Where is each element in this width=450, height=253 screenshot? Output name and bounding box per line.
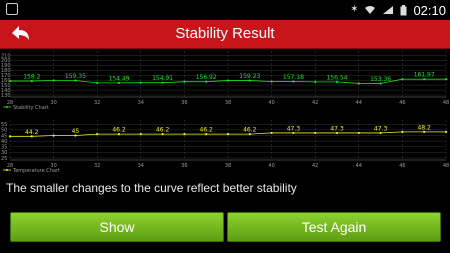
data-label: 157.18 bbox=[283, 74, 304, 81]
x-tick-label: 32 bbox=[94, 100, 100, 106]
y-tick-label: 25 bbox=[1, 156, 7, 162]
data-label: 153.36 bbox=[370, 76, 391, 83]
data-label: 159.35 bbox=[65, 73, 86, 80]
show-button[interactable]: Show bbox=[10, 212, 224, 242]
data-point bbox=[8, 135, 12, 138]
x-tick-label: 40 bbox=[268, 163, 274, 169]
status-icons: ✶ 02:10 bbox=[350, 2, 446, 18]
x-tick-label: 34 bbox=[138, 100, 144, 106]
test-again-button[interactable]: Test Again bbox=[227, 212, 441, 242]
data-point bbox=[183, 133, 186, 136]
data-point bbox=[96, 81, 99, 84]
data-label: 47.3 bbox=[330, 125, 344, 132]
page-title: Stability Result bbox=[175, 25, 275, 42]
x-tick-label: 48 bbox=[443, 100, 449, 106]
data-point bbox=[314, 80, 317, 83]
data-point bbox=[444, 130, 448, 133]
data-label: 46.2 bbox=[200, 127, 214, 134]
x-tick-label: 44 bbox=[356, 100, 362, 106]
y-tick-label: 130 bbox=[1, 93, 11, 99]
data-label: 45 bbox=[72, 128, 80, 135]
data-point bbox=[226, 79, 230, 82]
clock: 02:10 bbox=[413, 2, 446, 18]
stability-hint: The smaller changes to the curve reflect… bbox=[6, 181, 297, 195]
data-point bbox=[52, 134, 55, 137]
data-point bbox=[401, 78, 404, 81]
x-tick-label: 38 bbox=[225, 100, 231, 106]
charts-area: 21020019018017016015014013028 30 32 34 36 38 4… bbox=[1, 51, 449, 174]
x-tick-label: 34 bbox=[138, 163, 144, 169]
data-label: 154.91 bbox=[152, 75, 173, 82]
x-tick-label: 42 bbox=[312, 163, 318, 169]
data-label: 156.92 bbox=[196, 74, 217, 81]
data-label: 46.2 bbox=[243, 127, 257, 134]
data-point bbox=[314, 131, 317, 135]
data-label: 161.97 bbox=[414, 72, 435, 79]
data-label: 44.2 bbox=[25, 129, 39, 136]
wifi-icon bbox=[365, 6, 376, 14]
data-label: 159.23 bbox=[239, 73, 260, 80]
data-label: 154.49 bbox=[109, 75, 130, 82]
status-bar: ✶ 02:10 bbox=[0, 0, 450, 20]
data-label: 46.2 bbox=[156, 127, 170, 134]
data-point bbox=[270, 80, 273, 83]
data-point bbox=[96, 133, 99, 136]
legend-label: Temperature Chart bbox=[12, 168, 60, 174]
stability-chart: 21020019018017016015014013028 30 32 34 36 38 4… bbox=[1, 51, 449, 111]
title-bar: Stability Result bbox=[0, 20, 450, 49]
data-label: 48.2 bbox=[418, 124, 432, 131]
x-tick-label: 42 bbox=[312, 100, 318, 106]
data-point bbox=[357, 82, 360, 85]
data-point bbox=[444, 78, 448, 81]
data-point bbox=[139, 133, 142, 136]
data-label: 47.3 bbox=[287, 125, 301, 132]
battery-icon bbox=[400, 4, 407, 15]
data-point bbox=[357, 131, 360, 135]
screenshot-icon bbox=[6, 3, 18, 15]
x-tick-label: 38 bbox=[225, 163, 231, 169]
x-tick-label: 30 bbox=[50, 100, 56, 106]
data-point bbox=[183, 80, 186, 83]
legend-marker bbox=[6, 106, 8, 108]
x-tick-label: 36 bbox=[181, 163, 187, 169]
data-point bbox=[226, 133, 230, 136]
legend-marker bbox=[6, 169, 8, 171]
data-point bbox=[139, 81, 142, 84]
x-tick-label: 32 bbox=[94, 163, 100, 169]
data-point bbox=[401, 130, 404, 133]
x-tick-label: 44 bbox=[356, 163, 362, 169]
signal-icon bbox=[383, 6, 394, 14]
data-point bbox=[270, 131, 273, 135]
data-point bbox=[52, 79, 55, 82]
x-tick-label: 48 bbox=[443, 163, 449, 169]
temperature-chart: 5550454035302528 30 32 34 36 38 40 42 44 46 4844.2… bbox=[1, 120, 449, 174]
data-label: 158.2 bbox=[23, 74, 40, 81]
legend-label: Stability Chart bbox=[13, 105, 49, 111]
x-tick-label: 36 bbox=[181, 100, 187, 106]
x-tick-label: 40 bbox=[268, 100, 274, 106]
bluetooth-icon: ✶ bbox=[350, 4, 359, 15]
data-label: 47.3 bbox=[374, 125, 388, 132]
x-tick-label: 46 bbox=[399, 163, 405, 169]
data-point bbox=[8, 79, 12, 83]
data-label: 46.2 bbox=[112, 127, 126, 134]
x-tick-label: 46 bbox=[399, 100, 405, 106]
data-label: 156.54 bbox=[327, 74, 348, 81]
